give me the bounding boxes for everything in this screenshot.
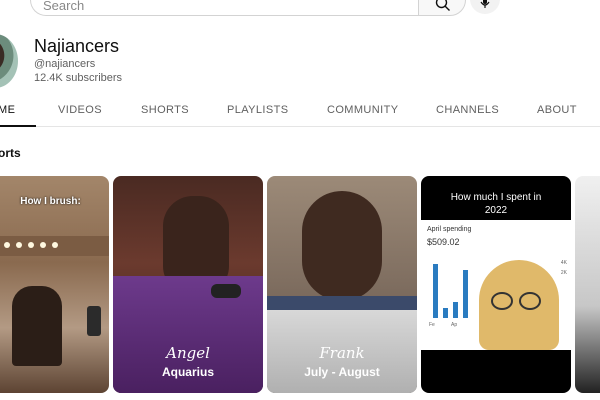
inset-axis-label-1: Fe [429,322,435,328]
search-input[interactable]: Search [30,0,418,16]
person-face [302,191,382,301]
channel-avatar[interactable] [0,34,18,88]
glasses-right [519,292,541,310]
tab-channels[interactable]: CHANNELS [436,104,499,116]
channel-handle: @najiancers [34,58,96,70]
section-title: orts [0,146,21,160]
short-script-text: Angel [166,344,210,362]
tab-community[interactable]: COMMUNITY [327,104,398,116]
spend-bar-4 [463,270,468,318]
inset-tick-1: 4K [560,260,567,266]
tab-shorts[interactable]: SHORTS [141,104,189,116]
search-bar: Search [30,0,466,16]
wall-dispenser [87,306,101,336]
glasses-left [491,292,513,310]
search-icon [435,0,450,11]
tab-playlists[interactable]: PLAYLISTS [227,104,288,116]
spend-bar-2 [443,308,448,318]
short-bold-text: July - August [304,365,380,379]
spend-bar-1 [433,264,438,318]
subscriber-count: 12.4K subscribers [34,72,123,84]
channel-tabs: ME VIDEOS SHORTS PLAYLISTS COMMUNITY CHA… [0,96,600,127]
person-face [479,260,559,350]
search-button[interactable] [418,0,466,16]
voice-search-button[interactable] [470,0,500,14]
short-script-text: Frank [319,344,365,362]
search-placeholder: Search [43,0,85,13]
spending-inset: April spending $509.02 Fe Ap 4K 2K [421,220,571,350]
short-card-1[interactable]: How I brush: [0,176,109,393]
inset-amount: $509.02 [427,237,460,247]
tab-home[interactable]: ME [0,104,15,116]
active-tab-indicator [0,125,36,127]
tab-about[interactable]: ABOUT [537,104,577,116]
vanity-mirror [0,236,109,256]
short-overlay-line1: How much I spent in [450,192,542,203]
short-bold-text: Aquarius [161,365,214,379]
inset-axis-label-2: Ap [451,322,458,328]
inset-label: April spending [427,226,472,233]
tab-videos[interactable]: VIDEOS [58,104,102,116]
short-overlay-line2: 2022 [484,205,508,216]
vanity-lights [4,242,10,248]
short-card-2[interactable]: Angel Aquarius [113,176,263,393]
short-overlay-text: How I brush: [20,196,81,207]
microphone [211,284,241,298]
spend-bar-3 [453,302,458,318]
channel-name: Najiancers [34,36,120,56]
short-card-5[interactable] [575,176,600,393]
short-card-3[interactable]: Frank July - August [267,176,417,393]
inset-tick-2: 2K [560,270,567,276]
microphone-icon [480,0,490,8]
person-silhouette [12,286,62,366]
short-card-4[interactable]: How much I spent in 2022 April spending … [421,176,571,393]
